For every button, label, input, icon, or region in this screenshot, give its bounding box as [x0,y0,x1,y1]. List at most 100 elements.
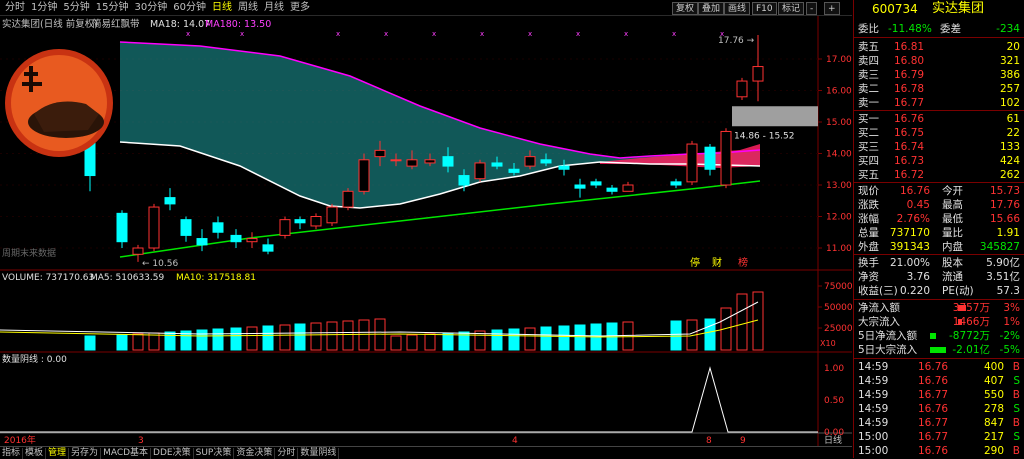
volume-bar [670,320,682,351]
candle-body[interactable] [686,143,698,183]
candle-body[interactable] [148,206,160,249]
candle-body[interactable] [279,219,291,236]
candle-body[interactable] [424,159,436,164]
candle-body[interactable] [508,168,520,173]
candle-body[interactable] [230,234,242,243]
toolbar-button-5[interactable]: - [806,2,818,15]
toolbar-button-6[interactable]: + [824,2,840,15]
period-7[interactable]: 周线 [235,0,261,16]
volume-bar [622,321,634,351]
toolbar-button-1[interactable]: 叠加 [698,2,725,15]
candle-body[interactable] [622,184,634,192]
candle-body[interactable] [406,159,418,167]
bid-row: 买三 16.74 133 [858,141,1020,153]
candle-body[interactable] [164,197,176,205]
volume-bar [508,328,520,351]
tab-4[interactable]: MACD基本 [101,448,152,459]
candle-body[interactable] [704,146,716,170]
volume-bar [442,332,454,351]
candle-body[interactable] [720,130,732,186]
period-9[interactable]: 更多 [287,0,313,16]
candle-body[interactable] [342,190,354,208]
volume-bar [342,320,354,351]
signal-label: 停 [690,256,700,269]
tab-0[interactable]: 指标 [0,448,24,459]
tab-6[interactable]: SUP决策 [194,448,235,459]
candle-body[interactable] [326,206,338,224]
volume-info-1: MA5: 510633.59 [90,273,164,283]
candle-body[interactable] [736,80,748,98]
tab-9[interactable]: 数量阴线 [298,448,340,459]
candle-body[interactable] [310,216,322,227]
candle-body[interactable] [458,175,470,186]
tab-3[interactable]: 另存为 [69,448,102,459]
kline-chart[interactable]: 实达集团(日线 前复权)简易红飘带 MA18: 14.07MA180: 13.50… [0,16,852,446]
candle-body[interactable] [358,159,370,192]
candle-body[interactable] [540,159,552,164]
period-5[interactable]: 60分钟 [170,0,209,16]
tab-7[interactable]: 资金决策 [234,448,276,459]
toolbar-button-2[interactable]: 画线 [724,2,751,15]
stock-name: 实达集团 [932,1,985,16]
tab-1[interactable]: 模板 [23,448,47,459]
price-tick: 13.00 [826,181,852,191]
volume-bar [326,321,338,351]
candle-body[interactable] [390,159,402,162]
info-line-0: 实达集团(日线 前复权) [2,18,98,30]
ask-row: 卖三 16.79 386 [858,69,1020,81]
tab-5[interactable]: DDE决策 [151,448,194,459]
period-8[interactable]: 月线 [261,0,287,16]
price-tick: 14.00 [826,150,852,160]
candle-body[interactable] [262,244,274,252]
candle-body[interactable] [590,181,602,186]
bull-logo-icon [5,49,113,157]
toolbar-button-4[interactable]: 标记 [778,2,805,15]
top-marker: x [672,30,676,38]
candle-body[interactable] [294,219,306,224]
candle-body[interactable] [246,238,258,243]
tab-8[interactable]: 分时 [275,448,299,459]
top-marker: x [576,30,580,38]
candle-body[interactable] [180,219,192,236]
candle-body[interactable] [524,156,536,167]
period-0[interactable]: 分时 [2,0,28,16]
tab-2[interactable]: 管理 [46,448,70,459]
candle-body[interactable] [606,187,618,192]
volume-bar [196,329,208,351]
toolbar-button-0[interactable]: 复权 [672,2,699,15]
volume-bar [279,324,291,351]
date-tick: 2016年 [4,434,36,446]
stat-row: 涨跌 0.45 最高 17.76 [858,199,1020,211]
candle-body[interactable] [491,162,503,167]
volume-bar [116,334,128,351]
candle-body[interactable] [670,181,682,186]
candle-body[interactable] [574,184,586,189]
volume-bar [736,293,748,351]
period-4[interactable]: 30分钟 [131,0,170,16]
period-label: 日线 [824,434,842,446]
candle-body[interactable] [558,165,570,170]
period-3[interactable]: 15分钟 [93,0,132,16]
candle-body[interactable] [196,238,208,246]
stat-row: 外盘 391343 内盘 345827 [858,241,1020,253]
candle-body[interactable] [442,156,454,167]
bid-row: 买二 16.75 22 [858,127,1020,139]
candle-body[interactable] [132,247,144,255]
candle-body[interactable] [116,212,128,243]
candle-body[interactable] [374,149,386,158]
candle-body[interactable] [752,66,764,82]
quote-panel: 600734 实达集团 委比 -11.48% 委差 -234 卖五 16.81 20… [853,0,1024,458]
volume-bar [310,322,322,351]
min-label: ← 10.56 [142,259,178,269]
toolbar-button-3[interactable]: F10 [752,2,777,15]
volume-bar [164,331,176,351]
candle-body[interactable] [212,222,224,233]
period-1[interactable]: 1分钟 [28,0,60,16]
date-tick: 9 [740,436,746,446]
volume-bar [294,323,306,351]
period-6[interactable]: 日线 [209,0,235,16]
period-2[interactable]: 5分钟 [60,0,92,16]
watermark-text: 周期末来数据 [2,247,56,259]
volume-tick: 50000 [824,303,852,313]
candle-body[interactable] [474,162,486,180]
